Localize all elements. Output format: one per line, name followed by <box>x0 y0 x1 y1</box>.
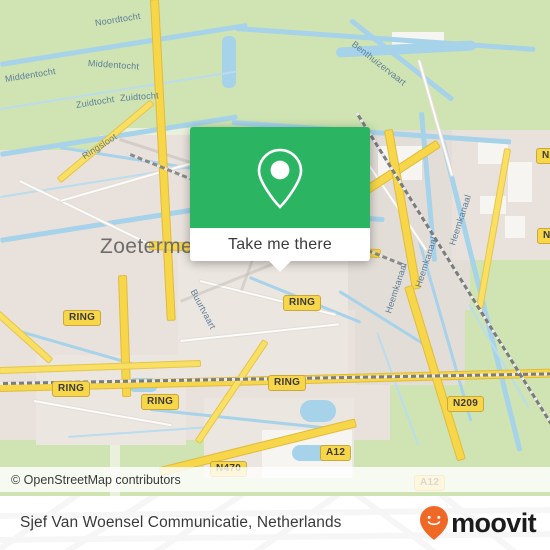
moovit-logo[interactable]: moovit <box>419 505 537 541</box>
moovit-wordmark: moovit <box>451 507 537 538</box>
map-shield-ring[interactable]: RING <box>283 295 322 311</box>
map-shield-a12[interactable]: A12 <box>320 445 352 461</box>
footer-bar: Sjef Van Woensel Communicatie, Netherlan… <box>0 496 550 550</box>
map-shield-n2xx[interactable]: N2 <box>536 148 550 164</box>
take-me-there-label: Take me there <box>228 235 332 253</box>
map-shield-n209[interactable]: N209 <box>447 396 485 412</box>
take-me-there-card[interactable]: Take me there <box>190 127 370 261</box>
map-shield-n2xx[interactable]: N2 <box>537 228 550 244</box>
moovit-location-card: Noordtocht Middentocht Middentocht Zuidt… <box>0 0 550 550</box>
map-water-body <box>300 400 336 422</box>
map-shield-ring[interactable]: RING <box>63 310 102 326</box>
map-shield-ring[interactable]: RING <box>52 381 91 397</box>
footer-title: Sjef Van Woensel Communicatie, Netherlan… <box>20 514 342 531</box>
map-building-block <box>508 162 532 202</box>
map-shield-ring[interactable]: RING <box>141 394 180 410</box>
card-button-area[interactable]: Take me there <box>190 228 370 261</box>
osm-attribution-bar: © OpenStreetMap contributors <box>0 467 550 492</box>
card-pointer-tail <box>269 261 291 272</box>
map-pin-icon <box>257 148 303 209</box>
moovit-pin-icon <box>420 506 449 540</box>
map-building-block <box>505 216 525 238</box>
card-icon-area <box>190 127 370 228</box>
map-water-body <box>222 36 236 88</box>
footer-content: Sjef Van Woensel Communicatie, Netherlan… <box>0 496 550 550</box>
osm-attribution-text: © OpenStreetMap contributors <box>11 472 181 487</box>
map-shield-ring[interactable]: RING <box>268 375 307 391</box>
